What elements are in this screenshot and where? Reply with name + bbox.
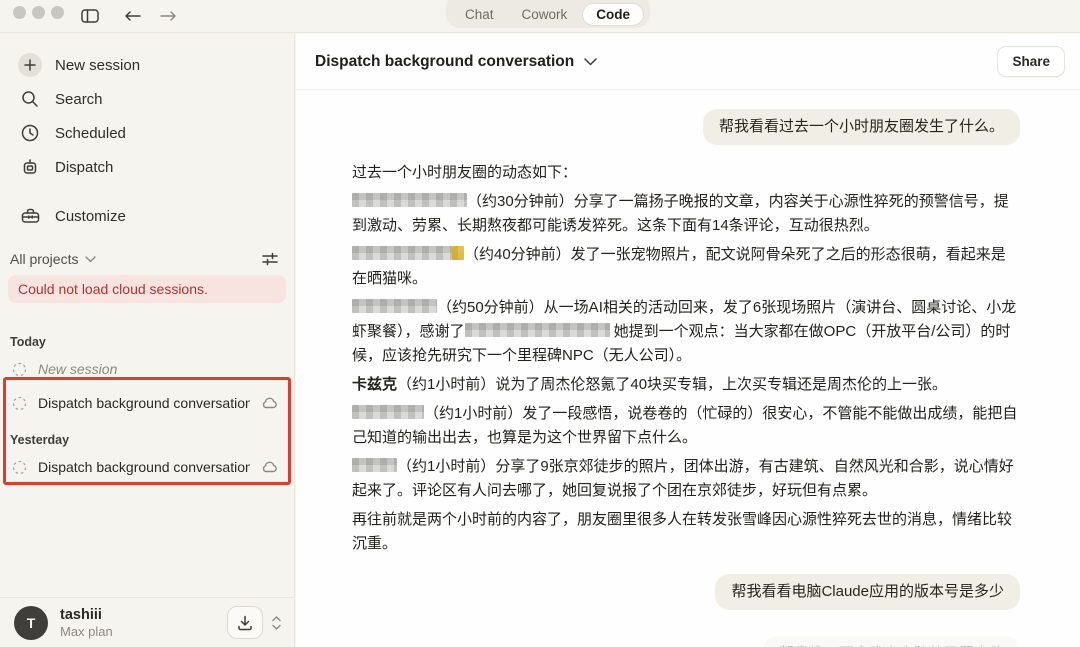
- sidebar-toggle-icon: [81, 9, 99, 23]
- cloud-sessions-error-banner: Could not load cloud sessions.: [8, 275, 286, 303]
- sidebar-nav: New session Search Scheduled: [0, 34, 294, 233]
- back-button[interactable]: [120, 5, 144, 27]
- section-heading-today: Today: [10, 335, 294, 349]
- redacted-name: [352, 458, 397, 472]
- dashed-circle-icon: [12, 396, 27, 411]
- search-icon: [21, 90, 39, 108]
- minimize-window-icon[interactable]: [32, 6, 45, 19]
- redacted-name: [352, 405, 424, 419]
- projects-filter[interactable]: All projects: [0, 246, 294, 272]
- user-message-row: 帮我看看电脑Claude应用的版本号是多少: [352, 574, 1020, 610]
- sidebar-item-new-session[interactable]: New session: [0, 48, 294, 82]
- forward-arrow-icon: [160, 10, 177, 22]
- highlighted-name: 卡兹克: [352, 376, 397, 393]
- title-chevron-button[interactable]: [584, 58, 597, 66]
- tab-cowork[interactable]: Cowork: [509, 4, 581, 25]
- user-message-row: 帮我找一下今晚上电脑的录屏文件: [352, 636, 1020, 647]
- account-plan: Max plan: [60, 624, 227, 639]
- error-text: Could not load cloud sessions.: [18, 281, 208, 297]
- nav-label: Search: [55, 91, 103, 108]
- assistant-message: 过去一个小时朋友圈的动态如下： （约30分钟前）分享了一篇扬子晚报的文章，内容关于…: [352, 161, 1020, 561]
- assistant-paragraph: 过去一个小时朋友圈的动态如下：: [352, 161, 1020, 185]
- assistant-paragraph: （约40分钟前）发了一张宠物照片，配文说阿骨朵死了之后的形态很萌，看起来是在晒猫…: [352, 243, 1020, 291]
- redacted-name: [352, 299, 437, 313]
- chevron-down-icon: [85, 256, 96, 263]
- assistant-paragraph: 再往前就是两个小时前的内容了，朋友圈里很多人在转发张雪峰因心源性猝死去世的消息，…: [352, 508, 1020, 556]
- window-controls[interactable]: [13, 6, 64, 19]
- chevron-up-down-icon: [271, 614, 282, 632]
- nav-label: Dispatch: [55, 159, 113, 176]
- back-arrow-icon: [124, 10, 141, 22]
- tab-chat[interactable]: Chat: [452, 4, 507, 25]
- section-heading-yesterday: Yesterday: [10, 433, 294, 447]
- dashed-circle-icon: [12, 460, 27, 475]
- session-item-new-draft[interactable]: New session: [0, 355, 294, 383]
- dispatch-robot-icon: [21, 158, 39, 176]
- customize-toolbox-icon: [21, 207, 40, 225]
- account-meta: tashiii Max plan: [60, 607, 227, 639]
- session-item-dispatch-today[interactable]: Dispatch background conversation: [0, 389, 294, 417]
- session-item-dispatch-yesterday[interactable]: Dispatch background conversation: [0, 453, 294, 481]
- assistant-paragraph: （约30分钟前）分享了一篇扬子晚报的文章，内容关于心源性猝死的预警信号，提到激动…: [352, 190, 1020, 238]
- cloud-icon: [261, 461, 278, 473]
- session-label: Dispatch background conversation: [38, 459, 250, 475]
- conversation-header: Dispatch background conversation Share: [296, 34, 1080, 90]
- avatar: T: [14, 606, 48, 640]
- tab-code[interactable]: Code: [582, 3, 644, 26]
- nav-label: Customize: [55, 208, 126, 225]
- dashed-circle-icon: [12, 362, 27, 377]
- expand-collapse-control[interactable]: [271, 614, 282, 632]
- account-name: tashiii: [60, 607, 227, 623]
- projects-filter-label: All projects: [10, 251, 78, 267]
- redacted-name: [465, 323, 610, 337]
- sidebar-item-dispatch[interactable]: Dispatch: [0, 150, 294, 184]
- mode-switcher: Chat Cowork Code: [446, 0, 650, 28]
- user-message-bubble: 帮我找一下今晚上电脑的录屏文件: [763, 636, 1020, 647]
- redacted-name: [352, 246, 452, 260]
- sidebar-item-scheduled[interactable]: Scheduled: [0, 116, 294, 150]
- download-button[interactable]: [227, 606, 263, 639]
- avatar-letter: T: [27, 615, 36, 631]
- plus-icon: [18, 53, 42, 77]
- assistant-paragraph: （约1小时前）分享了9张京郊徒步的照片，团体出游，有古建筑、自然风光和合影，说心…: [352, 455, 1020, 503]
- assistant-paragraph: （约50分钟前）从一场AI相关的活动回来，发了6张现场照片（演讲台、圆桌讨论、小…: [352, 296, 1020, 368]
- redacted-emoji: [452, 246, 464, 260]
- redacted-name: [352, 193, 467, 207]
- user-message-row: 帮我看看过去一个小时朋友圈发生了什么。: [352, 109, 1020, 145]
- sidebar: New session Search Scheduled: [0, 34, 295, 647]
- sidebar-item-search[interactable]: Search: [0, 82, 294, 116]
- user-message-bubble: 帮我看看过去一个小时朋友圈发生了什么。: [703, 109, 1020, 145]
- conversation-title[interactable]: Dispatch background conversation: [315, 53, 574, 71]
- zoom-window-icon[interactable]: [51, 6, 64, 19]
- nav-label: Scheduled: [55, 125, 126, 142]
- chevron-down-icon: [584, 58, 597, 66]
- cloud-icon: [261, 397, 278, 409]
- user-message-bubble: 帮我看看电脑Claude应用的版本号是多少: [715, 574, 1020, 610]
- forward-button[interactable]: [156, 5, 180, 27]
- title-bar: Chat Cowork Code: [0, 0, 1080, 33]
- account-section[interactable]: T tashiii Max plan: [0, 597, 294, 647]
- filter-sliders-icon[interactable]: [262, 252, 278, 266]
- session-label: Dispatch background conversation: [38, 395, 250, 411]
- download-icon: [237, 615, 253, 631]
- assistant-paragraph: （约1小时前）发了一段感悟，说卷卷的（忙碌的）很安心，不管能不能做出成绩，能把自…: [352, 402, 1020, 450]
- conversation-transcript[interactable]: 帮我看看过去一个小时朋友圈发生了什么。过去一个小时朋友圈的动态如下： （约30分钟…: [296, 91, 1080, 647]
- nav-label: New session: [55, 57, 140, 74]
- app-window: Chat Cowork Code New session Search: [0, 0, 1080, 647]
- assistant-paragraph: 卡兹克（约1小时前）说为了周杰伦怒氪了40块买专辑，上次买专辑还是周杰伦的上一张…: [352, 373, 1020, 397]
- main-panel: Dispatch background conversation Share 帮…: [296, 34, 1080, 647]
- clock-icon: [21, 124, 39, 142]
- sidebar-toggle-button[interactable]: [78, 5, 102, 27]
- sidebar-item-customize[interactable]: Customize: [0, 199, 294, 233]
- session-label: New session: [38, 361, 278, 377]
- share-button[interactable]: Share: [997, 46, 1065, 77]
- close-window-icon[interactable]: [13, 6, 26, 19]
